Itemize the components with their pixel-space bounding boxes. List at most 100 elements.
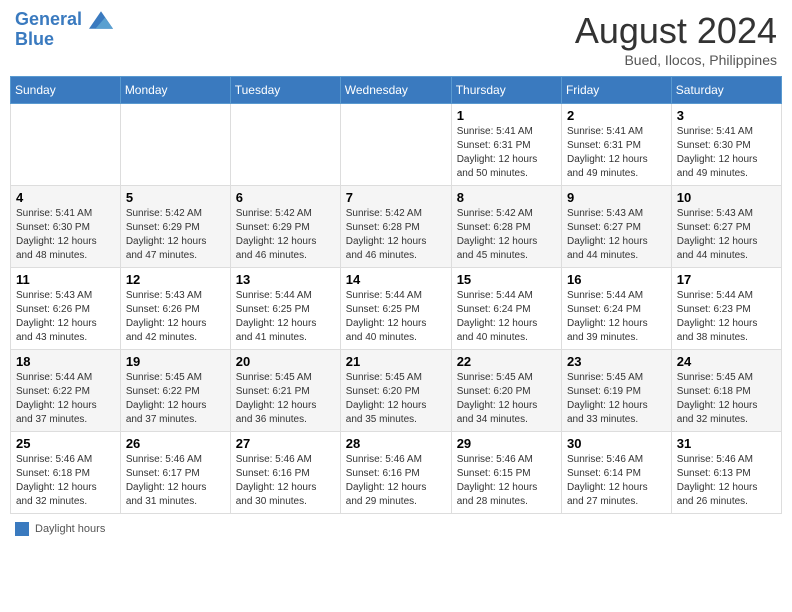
title-block: August 2024 Bued, Ilocos, Philippines: [575, 10, 777, 68]
day-number: 22: [457, 354, 556, 369]
day-number: 31: [677, 436, 776, 451]
day-info: Sunrise: 5:44 AMSunset: 6:22 PMDaylight:…: [16, 371, 115, 427]
calendar-cell: 19Sunrise: 5:45 AMSunset: 6:22 PMDayligh…: [120, 350, 230, 432]
day-info: Sunrise: 5:43 AMSunset: 6:27 PMDaylight:…: [567, 207, 666, 263]
day-number: 8: [457, 190, 556, 205]
day-number: 25: [16, 436, 115, 451]
day-number: 11: [16, 272, 115, 287]
calendar-cell: 9 Sunrise: 5:43 AMSunset: 6:27 PMDaylight…: [561, 186, 671, 268]
calendar-cell: 17 Sunrise: 5:44 AMSunset: 6:23 PMDayligh…: [671, 268, 781, 350]
calendar-cell: 5Sunrise: 5:42 AMSunset: 6:29 PMDaylight…: [120, 186, 230, 268]
calendar-week-row: 11 Sunrise: 5:43 AMSunset: 6:26 PMDayligh…: [11, 268, 782, 350]
calendar-cell: 12Sunrise: 5:43 AMSunset: 6:26 PMDayligh…: [120, 268, 230, 350]
day-info: Sunrise: 5:46 AMSunset: 6:16 PMDaylight:…: [346, 453, 446, 509]
calendar-day-header: Friday: [561, 77, 671, 104]
day-info: Sunrise: 5:41 AMSunset: 6:31 PMDaylight:…: [457, 125, 556, 181]
day-info: Sunrise: 5:44 AMSunset: 6:24 PMDaylight:…: [567, 289, 666, 345]
day-info: Sunrise: 5:46 AMSunset: 6:17 PMDaylight:…: [126, 453, 225, 509]
calendar-cell: 25 Sunrise: 5:46 AMSunset: 6:18 PMDayligh…: [11, 432, 121, 514]
calendar-cell: 26Sunrise: 5:46 AMSunset: 6:17 PMDayligh…: [120, 432, 230, 514]
day-info: Sunrise: 5:45 AMSunset: 6:20 PMDaylight:…: [346, 371, 446, 427]
calendar-cell: 13Sunrise: 5:44 AMSunset: 6:25 PMDayligh…: [230, 268, 340, 350]
day-info: Sunrise: 5:45 AMSunset: 6:21 PMDaylight:…: [236, 371, 335, 427]
day-number: 6: [236, 190, 335, 205]
day-number: 9: [567, 190, 666, 205]
calendar-cell: 2 Sunrise: 5:41 AMSunset: 6:31 PMDaylight…: [561, 104, 671, 186]
day-number: 15: [457, 272, 556, 287]
day-info: Sunrise: 5:42 AMSunset: 6:28 PMDaylight:…: [346, 207, 446, 263]
day-number: 3: [677, 108, 776, 123]
day-number: 18: [16, 354, 115, 369]
day-info: Sunrise: 5:45 AMSunset: 6:22 PMDaylight:…: [126, 371, 225, 427]
calendar-cell: 14Sunrise: 5:44 AMSunset: 6:25 PMDayligh…: [340, 268, 451, 350]
day-number: 10: [677, 190, 776, 205]
day-info: Sunrise: 5:44 AMSunset: 6:23 PMDaylight:…: [677, 289, 776, 345]
day-info: Sunrise: 5:41 AMSunset: 6:30 PMDaylight:…: [677, 125, 776, 181]
calendar-day-header: Wednesday: [340, 77, 451, 104]
day-info: Sunrise: 5:44 AMSunset: 6:24 PMDaylight:…: [457, 289, 556, 345]
calendar-day-header: Saturday: [671, 77, 781, 104]
day-info: Sunrise: 5:41 AMSunset: 6:30 PMDaylight:…: [16, 207, 115, 263]
calendar-week-row: 18 Sunrise: 5:44 AMSunset: 6:22 PMDayligh…: [11, 350, 782, 432]
calendar-cell: 18 Sunrise: 5:44 AMSunset: 6:22 PMDayligh…: [11, 350, 121, 432]
calendar-cell: 20 Sunrise: 5:45 AMSunset: 6:21 PMDayligh…: [230, 350, 340, 432]
day-info: Sunrise: 5:42 AMSunset: 6:29 PMDaylight:…: [126, 207, 225, 263]
day-number: 17: [677, 272, 776, 287]
calendar-cell: 7Sunrise: 5:42 AMSunset: 6:28 PMDaylight…: [340, 186, 451, 268]
calendar-cell: [120, 104, 230, 186]
calendar-day-header: Tuesday: [230, 77, 340, 104]
day-info: Sunrise: 5:46 AMSunset: 6:14 PMDaylight:…: [567, 453, 666, 509]
calendar-cell: 21Sunrise: 5:45 AMSunset: 6:20 PMDayligh…: [340, 350, 451, 432]
calendar-table: SundayMondayTuesdayWednesdayThursdayFrid…: [10, 76, 782, 514]
day-info: Sunrise: 5:42 AMSunset: 6:29 PMDaylight:…: [236, 207, 335, 263]
day-info: Sunrise: 5:45 AMSunset: 6:18 PMDaylight:…: [677, 371, 776, 427]
day-number: 4: [16, 190, 115, 205]
calendar-cell: 10 Sunrise: 5:43 AMSunset: 6:27 PMDayligh…: [671, 186, 781, 268]
legend-box: [15, 522, 29, 536]
calendar-cell: [11, 104, 121, 186]
day-info: Sunrise: 5:46 AMSunset: 6:13 PMDaylight:…: [677, 453, 776, 509]
calendar-footer: Daylight hours: [10, 522, 782, 536]
calendar-cell: 24Sunrise: 5:45 AMSunset: 6:18 PMDayligh…: [671, 350, 781, 432]
day-info: Sunrise: 5:44 AMSunset: 6:25 PMDaylight:…: [236, 289, 335, 345]
calendar-cell: 4 Sunrise: 5:41 AMSunset: 6:30 PMDaylight…: [11, 186, 121, 268]
calendar-cell: [230, 104, 340, 186]
day-info: Sunrise: 5:46 AMSunset: 6:16 PMDaylight:…: [236, 453, 335, 509]
day-info: Sunrise: 5:45 AMSunset: 6:20 PMDaylight:…: [457, 371, 556, 427]
day-number: 20: [236, 354, 335, 369]
day-info: Sunrise: 5:46 AMSunset: 6:15 PMDaylight:…: [457, 453, 556, 509]
calendar-day-header: Monday: [120, 77, 230, 104]
calendar-cell: 27 Sunrise: 5:46 AMSunset: 6:16 PMDayligh…: [230, 432, 340, 514]
calendar-cell: 22 Sunrise: 5:45 AMSunset: 6:20 PMDayligh…: [451, 350, 561, 432]
calendar-cell: 15 Sunrise: 5:44 AMSunset: 6:24 PMDayligh…: [451, 268, 561, 350]
day-number: 14: [346, 272, 446, 287]
calendar-cell: 11Sunrise: 5:43 AMSunset: 6:26 PMDayligh…: [11, 268, 121, 350]
calendar-cell: 28 Sunrise: 5:46 AMSunset: 6:16 PMDayligh…: [340, 432, 451, 514]
day-number: 16: [567, 272, 666, 287]
calendar-week-row: 4 Sunrise: 5:41 AMSunset: 6:30 PMDaylight…: [11, 186, 782, 268]
calendar-week-row: 25 Sunrise: 5:46 AMSunset: 6:18 PMDayligh…: [11, 432, 782, 514]
day-number: 27: [236, 436, 335, 451]
day-info: Sunrise: 5:43 AMSunset: 6:27 PMDaylight:…: [677, 207, 776, 263]
calendar-cell: 29 Sunrise: 5:46 AMSunset: 6:15 PMDayligh…: [451, 432, 561, 514]
calendar-cell: 31 Sunrise: 5:46 AMSunset: 6:13 PMDayligh…: [671, 432, 781, 514]
calendar-cell: 3 Sunrise: 5:41 AMSunset: 6:30 PMDaylight…: [671, 104, 781, 186]
legend-label: Daylight hours: [35, 523, 105, 535]
day-number: 28: [346, 436, 446, 451]
day-info: Sunrise: 5:42 AMSunset: 6:28 PMDaylight:…: [457, 207, 556, 263]
day-info: Sunrise: 5:41 AMSunset: 6:31 PMDaylight:…: [567, 125, 666, 181]
day-number: 29: [457, 436, 556, 451]
day-number: 1: [457, 108, 556, 123]
calendar-cell: [340, 104, 451, 186]
calendar-cell: 1 Sunrise: 5:41 AMSunset: 6:31 PMDaylight…: [451, 104, 561, 186]
calendar-day-header: Sunday: [11, 77, 121, 104]
calendar-cell: 30 Sunrise: 5:46 AMSunset: 6:14 PMDayligh…: [561, 432, 671, 514]
day-info: Sunrise: 5:46 AMSunset: 6:18 PMDaylight:…: [16, 453, 115, 509]
day-info: Sunrise: 5:45 AMSunset: 6:19 PMDaylight:…: [567, 371, 666, 427]
calendar-week-row: 1 Sunrise: 5:41 AMSunset: 6:31 PMDaylight…: [11, 104, 782, 186]
day-info: Sunrise: 5:43 AMSunset: 6:26 PMDaylight:…: [126, 289, 225, 345]
day-number: 30: [567, 436, 666, 451]
page-header: General Blue August 2024 Bued, Ilocos, P…: [10, 10, 782, 68]
location: Bued, Ilocos, Philippines: [575, 52, 777, 68]
day-number: 2: [567, 108, 666, 123]
